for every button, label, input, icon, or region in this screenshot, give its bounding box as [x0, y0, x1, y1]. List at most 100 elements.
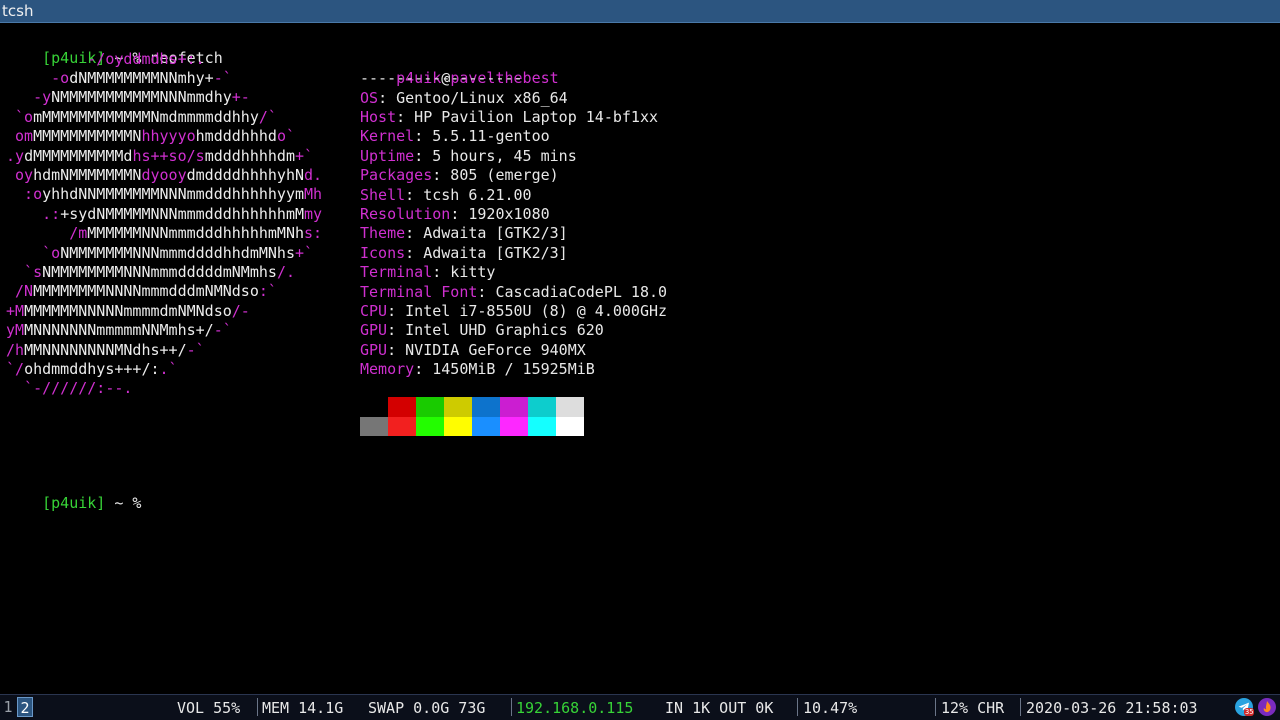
info-row: Host: HP Pavilion Laptop 14-bf1xx	[360, 108, 658, 127]
palette-swatch	[500, 416, 528, 436]
network-traffic: IN 1K OUT 0K	[665, 699, 774, 717]
swap-indicator: SWAP 0.0G 73G	[368, 699, 486, 717]
info-key: Shell	[360, 185, 406, 204]
ascii-segment: o`	[276, 127, 295, 146]
flame-icon	[1263, 701, 1271, 713]
ascii-segment: NMMMMMMMMNNNmmmdddddmNMmhs	[42, 262, 277, 281]
ascii-art-line: :oyhhdNNMMMMMMMNNNmmdddhhhhhyymMh	[6, 185, 322, 204]
info-separator: ------------------	[360, 69, 523, 87]
ascii-segment: dMMMMMMMMMMd	[24, 146, 133, 165]
info-header: p4uik@pavelthebest	[360, 50, 559, 87]
ascii-segment: MMMMMMMMMMMN	[33, 127, 142, 146]
palette-swatch	[528, 397, 556, 417]
ascii-art-line: `omMMMMMMMMMMMMNmdmmmmddhhy/`	[6, 108, 277, 127]
memory-indicator: MEM 14.1G	[262, 699, 344, 717]
ip-address: 192.168.0.115	[516, 699, 634, 717]
info-value: : Intel UHD Graphics 620	[387, 321, 604, 340]
divider	[935, 698, 936, 716]
palette-swatch	[360, 416, 388, 436]
info-row: GPU: Intel UHD Graphics 620	[360, 321, 604, 340]
palette-swatch	[444, 397, 472, 417]
ascii-segment: mdddhhhhdm	[204, 146, 295, 165]
info-value: : 1450MiB / 15925MiB	[414, 360, 595, 379]
info-row: Packages: 805 (emerge)	[360, 166, 559, 185]
divider	[1020, 698, 1021, 716]
ascii-segment: `o	[6, 243, 61, 262]
ascii-segment: +`	[295, 146, 314, 165]
terminal-area[interactable]: [p4uik] ~ % neofetch -/oyddmdhs+:. -odNM…	[0, 23, 1280, 694]
palette-swatch	[444, 416, 472, 436]
info-key: Memory	[360, 360, 415, 379]
info-key: Terminal Font	[360, 282, 478, 301]
ascii-segment: /m	[6, 224, 88, 243]
info-key: Packages	[360, 166, 433, 185]
ascii-segment: dyooy	[141, 165, 187, 184]
ascii-segment: +`	[295, 243, 314, 262]
clock[interactable]: 2020-03-26 21:58:03	[1026, 698, 1198, 718]
info-row: Terminal: kitty	[360, 263, 495, 282]
info-row: Icons: Adwaita [GTK2/3]	[360, 244, 568, 263]
palette-swatch	[500, 397, 528, 417]
ascii-segment: .y	[6, 146, 25, 165]
ascii-segment: MMNNNNNNNNMNdhs++/	[24, 340, 187, 359]
info-row: Theme: Adwaita [GTK2/3]	[360, 224, 568, 243]
ascii-segment: MMMMMMMMNNNNmmmdddmNMNdso	[33, 282, 259, 301]
palette-swatch	[528, 416, 556, 436]
ascii-segment: hdmNMMMMMMMN	[33, 165, 142, 184]
ascii-segment: d.	[304, 165, 323, 184]
ascii-segment: -/oyddmdhs+:.	[6, 49, 205, 68]
workspace-1-button[interactable]: 1	[0, 697, 16, 717]
ascii-segment: dNMMMMMMMMNNmhy+	[69, 68, 214, 87]
ascii-segment: MMMMMMNNNNNmmmmdmNMNdso	[24, 301, 232, 320]
palette-row-normal	[360, 397, 584, 417]
info-value: : NVIDIA GeForce 940MX	[387, 340, 586, 359]
volume-indicator[interactable]: VOL 55%	[177, 698, 240, 718]
telegram-icon[interactable]: 35	[1235, 698, 1255, 716]
window-title: tcsh	[2, 2, 34, 20]
ascii-segment: +-	[231, 88, 250, 107]
telegram-badge: 35	[1244, 708, 1255, 716]
palette-swatch	[556, 416, 584, 436]
ascii-segment: hs++so/s	[132, 146, 205, 165]
ascii-segment: NMMMMMMMMMMMNNNmmdhy	[51, 88, 232, 107]
ascii-segment: -o	[6, 68, 70, 87]
ascii-segment: .:	[6, 204, 61, 223]
info-value: : 5.5.11-gentoo	[414, 127, 550, 146]
ascii-art-line: `/ohdmmddhys+++/:.`	[6, 360, 178, 379]
ascii-art-line: /NMMMMMMMMNNNNmmmdddmNMNdso:`	[6, 282, 277, 301]
ascii-segment: +M	[6, 301, 25, 320]
ascii-segment: mMMMMMMMMMMMMNmdmmmmddhhy	[33, 107, 259, 126]
info-row: Memory: 1450MiB / 15925MiB	[360, 360, 595, 379]
ascii-segment: `s	[6, 262, 43, 281]
ascii-segment: `/	[6, 359, 25, 378]
ascii-segment: /`	[258, 107, 277, 126]
info-key: CPU	[360, 301, 388, 320]
palette-swatch	[472, 397, 500, 417]
firefox-icon[interactable]	[1258, 698, 1276, 716]
palette-swatch	[360, 397, 388, 417]
info-key: GPU	[360, 340, 388, 359]
divider	[511, 698, 512, 716]
ascii-art-line: oyhdmNMMMMMMMNdyooydmddddhhhhyhNd.	[6, 166, 322, 185]
info-value: : Adwaita [GTK2/3]	[405, 243, 568, 262]
ascii-segment: /N	[6, 282, 34, 301]
ascii-segment: /h	[6, 340, 25, 359]
ascii-segment: -`	[186, 340, 205, 359]
ascii-art-line: /mMMMMMMNNNmmmdddhhhhhmMNhs:	[6, 224, 322, 243]
info-key: Resolution	[360, 204, 451, 223]
ascii-segment: hmdddhhhd	[195, 127, 277, 146]
ascii-segment: ohdmmddhys+++/:	[24, 359, 160, 378]
ascii-art-line: /hMMNNNNNNNNMNdhs++/-`	[6, 341, 205, 360]
info-key: Terminal	[360, 263, 433, 282]
palette-swatch	[472, 416, 500, 436]
ascii-segment: om	[6, 127, 34, 146]
command-line: [p4uik] ~ % neofetch	[6, 30, 223, 67]
ascii-segment: hhyyyo	[141, 127, 196, 146]
info-key: Host	[360, 107, 397, 126]
info-key: GPU	[360, 321, 388, 340]
prompt-line[interactable]: [p4uik] ~ %	[6, 475, 151, 512]
workspace-2-button[interactable]: 2	[17, 697, 33, 717]
palette-swatch	[388, 416, 416, 436]
info-row: GPU: NVIDIA GeForce 940MX	[360, 341, 586, 360]
cpu-usage: 10.47%	[803, 699, 858, 717]
